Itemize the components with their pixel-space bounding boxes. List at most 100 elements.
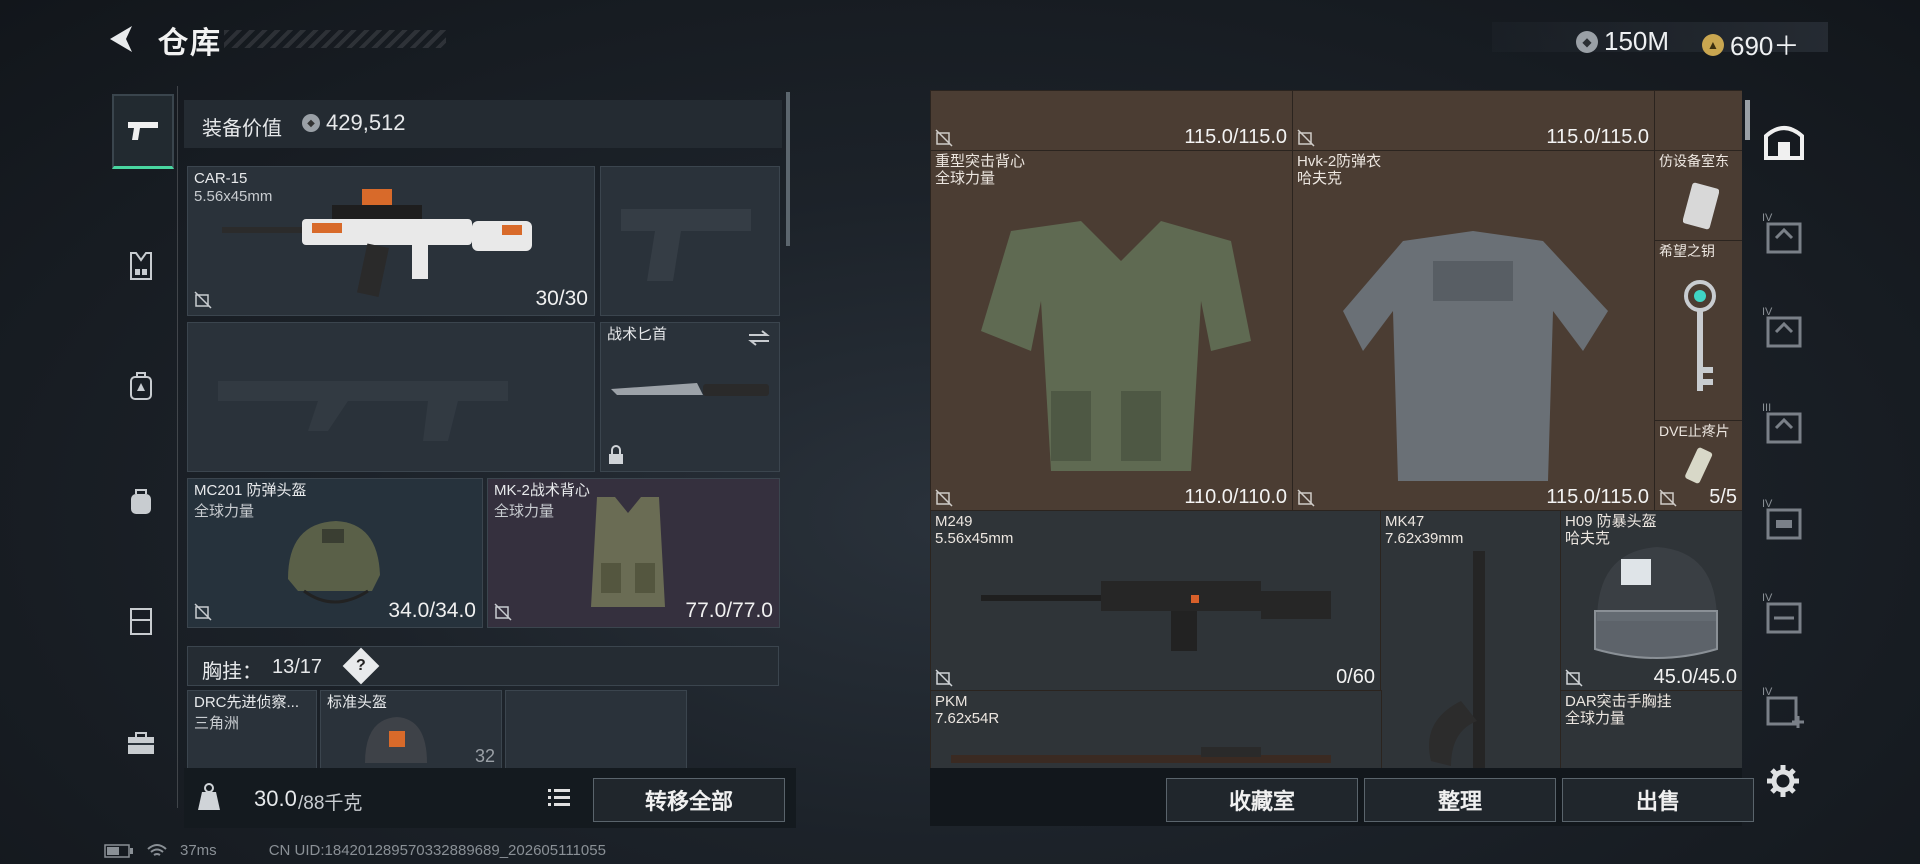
equipment-value-bar: 装备价值 ◆ 429,512: [184, 100, 782, 148]
storage-item[interactable]: 仿设备室东: [1654, 150, 1742, 242]
nav-bag[interactable]: [112, 466, 170, 536]
no-insurance-icon: [935, 489, 953, 507]
bag-icon: [131, 489, 151, 514]
storage-home-icon: [1764, 126, 1804, 160]
toolbox-icon: [128, 732, 154, 754]
storage-item-heavy-vest[interactable]: 重型突击背心 全球力量 110.0/110.0: [930, 150, 1294, 512]
storage-item[interactable]: 115.0/115.0: [930, 90, 1294, 152]
pistol-slot[interactable]: [600, 166, 780, 316]
ping-value: 37ms: [180, 842, 217, 859]
storage-tab-add[interactable]: IV: [1762, 686, 1806, 732]
pistol-placeholder-icon: [621, 209, 751, 281]
storage-tab[interactable]: IV: [1762, 212, 1806, 258]
nav-vest[interactable]: [112, 231, 170, 301]
storage-tab[interactable]: IV: [1762, 592, 1806, 638]
helmet-slot[interactable]: MC201 防弹头盔 全球力量 34.0/34.0: [187, 478, 483, 628]
vest-icon: [130, 252, 152, 280]
transfer-all-button[interactable]: 转移全部: [593, 778, 785, 822]
storage-tab[interactable]: III: [1762, 402, 1806, 448]
storage-item-m249[interactable]: M249 5.56x45mm 0/60: [930, 510, 1382, 692]
storage-item-mk47[interactable]: MK47 7.62x39mm: [1380, 510, 1562, 770]
storage-home-tab[interactable]: [1762, 118, 1806, 162]
melee-slot[interactable]: 战术匕首: [600, 322, 780, 472]
nav-backpack[interactable]: [112, 351, 170, 421]
right-storage-nav: IV IV III IV IV IV: [1752, 94, 1816, 734]
storage-item[interactable]: 115.0/115.0: [1292, 90, 1656, 152]
no-insurance-icon: [494, 603, 512, 621]
no-insurance-icon: [1565, 669, 1583, 687]
battery-icon: [104, 843, 133, 858]
weight-max: /88千克: [298, 793, 363, 814]
status-bar: 37ms CN UID:1842012895703328896​89_20260…: [104, 842, 606, 859]
card-item-image: [1683, 182, 1719, 230]
wifi-icon: [147, 843, 167, 856]
weight-icon: [198, 783, 220, 810]
helmet-image: [365, 717, 427, 763]
key-image: [1684, 280, 1716, 391]
rig-item[interactable]: 标准头盔 32: [320, 690, 502, 772]
page-title: 仓库: [158, 27, 222, 60]
nav-toolbox[interactable]: [112, 708, 170, 778]
tactical-knife-image: [611, 383, 769, 396]
heavy-vest-image: [981, 221, 1251, 471]
storage-tab[interactable]: IV: [1762, 498, 1806, 544]
storage-item-h09[interactable]: H09 防暴头盔 哈夫克 45.0/45.0: [1560, 510, 1742, 692]
pkm-image: [951, 747, 1331, 763]
list-icon[interactable]: [546, 786, 572, 808]
locker-icon: [130, 608, 152, 635]
storage-item-hvk2[interactable]: Hvk-2防弹衣 哈夫克 115.0/115.0: [1292, 150, 1656, 512]
pill-bottle-image: [1685, 447, 1713, 484]
backpack-icon: [130, 372, 152, 400]
equipment-value: 429,512: [326, 110, 406, 135]
hvk2-armor-image: [1343, 231, 1608, 481]
back-arrow-icon: [110, 26, 132, 52]
tactical-vest-image: [591, 497, 665, 607]
pistol-icon: [128, 122, 158, 140]
armor-slot[interactable]: MK-2战术背心 全球力量 77.0/77.0: [487, 478, 780, 628]
rig-item[interactable]: DRC先进侦察... 三角洲: [187, 690, 317, 772]
no-insurance-icon: [1659, 489, 1677, 507]
storage-item-pkm[interactable]: PKM 7.62x54R: [930, 690, 1382, 770]
no-insurance-icon: [935, 669, 953, 687]
m249-image: [981, 581, 1331, 651]
storage-tab[interactable]: IV: [1762, 306, 1806, 352]
user-uid: CN UID:1842012895703328896​89_2026051110…: [268, 842, 606, 859]
nav-locker[interactable]: [112, 586, 170, 656]
no-insurance-icon: [194, 291, 212, 309]
collection-room-button[interactable]: 收藏室: [1166, 778, 1358, 822]
left-scrollbar[interactable]: [786, 92, 790, 246]
help-icon[interactable]: ?: [342, 647, 380, 685]
storage-item-painkiller[interactable]: DVE止疼片 5/5: [1654, 420, 1742, 512]
storage-grid: 115.0/115.0 115.0/115.0 重型突击背心 全球力量 110.…: [930, 90, 1742, 770]
car15-rifle-image: [222, 189, 532, 297]
silver-currency[interactable]: ◆ 150M: [1576, 26, 1669, 57]
primary-weapon-slot[interactable]: CAR-15 5.56x45mm 30/30: [187, 166, 595, 316]
storage-item-key[interactable]: 希望之钥: [1654, 240, 1742, 422]
no-insurance-icon: [194, 603, 212, 621]
chest-rig-header: 胸挂： 13/17 ?: [187, 646, 779, 686]
back-button[interactable]: [104, 22, 138, 56]
gold-currency[interactable]: ▲ 690＋: [1702, 26, 1799, 63]
mk47-image: [1429, 551, 1485, 770]
lock-icon: [609, 445, 623, 464]
title-decoration: [224, 30, 446, 48]
sort-button[interactable]: 整理: [1364, 778, 1556, 822]
no-insurance-icon: [1297, 129, 1315, 147]
nav-weapons[interactable]: [112, 94, 174, 169]
helmet-image: [288, 521, 380, 604]
secondary-weapon-slot[interactable]: [187, 322, 595, 472]
gear-icon[interactable]: [1766, 764, 1800, 798]
silver-coin-icon: ◆: [302, 114, 320, 132]
riot-helmet-image: [1594, 547, 1718, 659]
gold-coin-icon: ▲: [1702, 33, 1724, 56]
swap-icon[interactable]: [747, 329, 771, 347]
rifle-placeholder-icon: [218, 381, 508, 441]
no-insurance-icon: [1297, 489, 1315, 507]
sell-button[interactable]: 出售: [1562, 778, 1754, 822]
storage-item-dar[interactable]: DAR突击手胸挂 全球力量: [1560, 690, 1742, 770]
right-scrollbar[interactable]: [1745, 100, 1750, 140]
equipment-value-label: 装备价值: [202, 118, 282, 140]
rig-empty-slot[interactable]: [505, 690, 687, 772]
storage-item[interactable]: [1654, 90, 1742, 152]
chest-rig-capacity: 13/17: [272, 656, 323, 678]
